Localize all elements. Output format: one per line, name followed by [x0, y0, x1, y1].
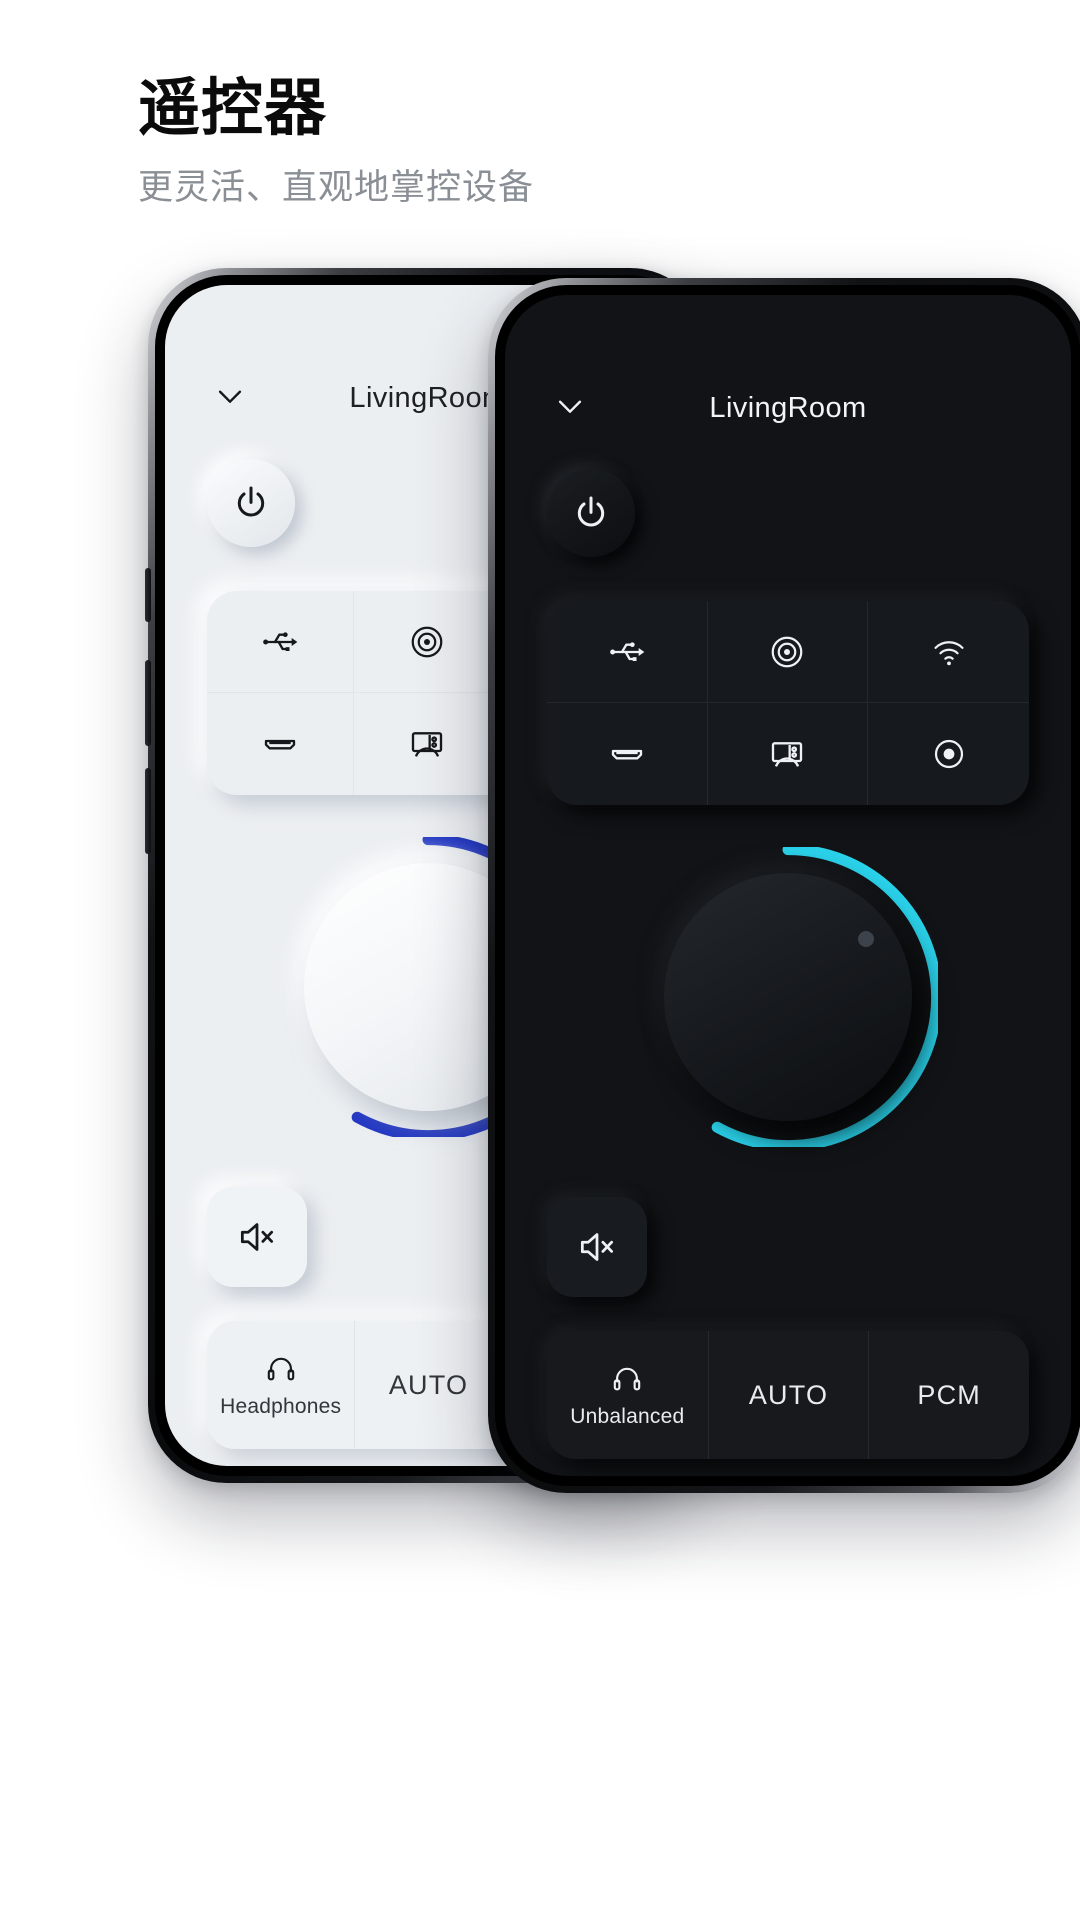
speaker-mute-icon — [580, 1233, 614, 1261]
hdmi-icon — [264, 739, 296, 750]
usb-icon — [263, 631, 298, 651]
promo-page: 遥控器 更灵活、直观地掌控设备 LivingRoom Headphones AU… — [0, 0, 1080, 1920]
sample-rate-label: AUTO — [388, 1369, 469, 1400]
remote-app-dark: LivingRoom Unbalanced AUTO PCM — [505, 295, 1071, 1476]
output-mode-label: Unbalanced — [570, 1405, 685, 1428]
network-icon — [934, 640, 964, 665]
volume-knob[interactable] — [638, 847, 938, 1147]
source-optical[interactable] — [868, 703, 1029, 805]
mute-button[interactable] — [207, 1187, 307, 1287]
source-grid — [547, 601, 1029, 805]
disc-icon — [772, 636, 803, 667]
output-mode-slot[interactable]: Headphones — [207, 1321, 354, 1449]
phone-volume-up-button[interactable] — [145, 660, 151, 746]
format-label: PCM — [917, 1379, 981, 1410]
page-title: 遥控器 — [138, 71, 328, 144]
source-cd[interactable] — [707, 601, 869, 703]
power-button[interactable] — [547, 469, 635, 557]
source-cd[interactable] — [354, 591, 502, 693]
disc-icon — [412, 626, 443, 657]
usb-icon — [609, 641, 645, 661]
optical-icon — [934, 739, 963, 769]
headphones-icon — [267, 1357, 294, 1381]
power-icon — [237, 486, 265, 517]
source-usb[interactable] — [547, 601, 708, 703]
phone-dark-theme: LivingRoom Unbalanced AUTO PCM — [488, 278, 1080, 1493]
output-mode-label: Headphones — [220, 1395, 342, 1418]
bottom-status-bar: Unbalanced AUTO PCM — [547, 1331, 1029, 1459]
source-coax[interactable] — [708, 703, 869, 805]
power-icon — [577, 496, 605, 527]
source-coax[interactable] — [354, 693, 502, 795]
speaker-mute-icon — [240, 1223, 274, 1251]
hdmi-icon — [611, 749, 642, 760]
phone-mute-switch[interactable] — [145, 568, 151, 622]
coax-icon — [772, 742, 803, 767]
volume-knob-face[interactable] — [664, 873, 912, 1121]
hero-text-block: 遥控器 更灵活、直观地掌控设备 — [138, 72, 958, 213]
source-usb[interactable] — [207, 591, 355, 693]
volume-knob-area — [547, 839, 1029, 1169]
headphones-icon — [614, 1367, 641, 1391]
mute-button[interactable] — [547, 1197, 647, 1297]
sample-rate-label: AUTO — [748, 1379, 829, 1410]
app-topbar: LivingRoom — [547, 295, 1029, 445]
sample-rate-slot[interactable]: AUTO — [354, 1321, 501, 1449]
page-subtitle: 更灵活、直观地掌控设备 — [138, 168, 535, 209]
source-hdmi[interactable] — [547, 703, 708, 805]
phone-screen: LivingRoom — [505, 295, 1071, 1476]
source-network[interactable] — [868, 601, 1029, 703]
power-row — [547, 445, 1029, 557]
coax-icon — [412, 732, 443, 757]
knob-indicator — [858, 931, 874, 947]
phone-volume-down-button[interactable] — [145, 768, 151, 854]
device-name-title: LivingRoom — [709, 392, 867, 424]
power-button[interactable] — [207, 459, 295, 547]
sample-rate-slot[interactable]: AUTO — [707, 1331, 869, 1459]
phones-stage: LivingRoom Headphones AUTO LivingRoom Un… — [0, 250, 1080, 1550]
format-slot[interactable]: PCM — [868, 1331, 1029, 1459]
output-mode-slot[interactable]: Unbalanced — [547, 1331, 708, 1459]
source-hdmi[interactable] — [207, 693, 355, 795]
